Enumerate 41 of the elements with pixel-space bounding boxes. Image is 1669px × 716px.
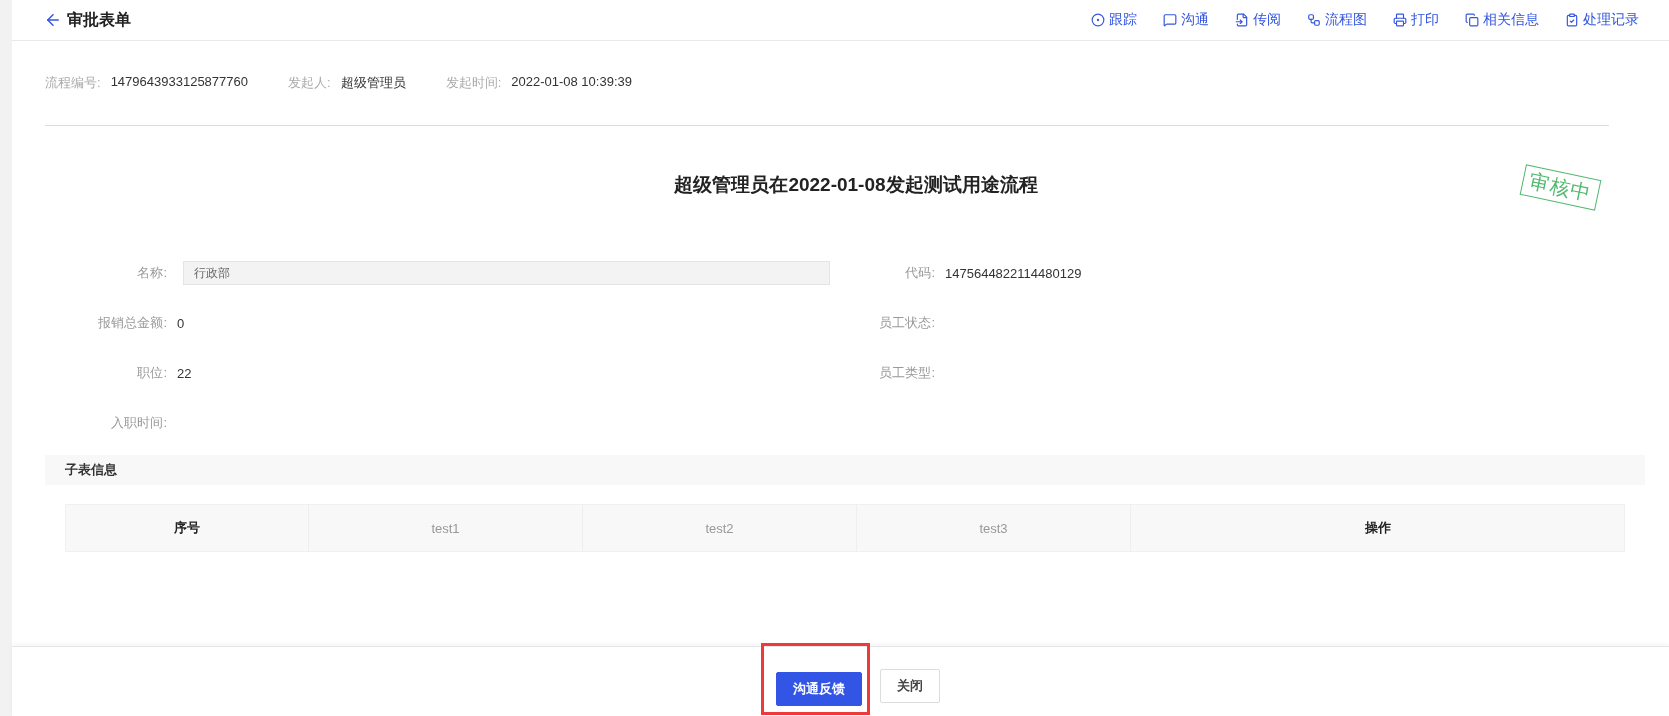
target-icon: [1091, 13, 1105, 27]
toolbar-link[interactable]: 打印: [1393, 11, 1439, 29]
field-value: 0: [177, 315, 185, 331]
toolbar-link[interactable]: 跟踪: [1091, 11, 1137, 29]
field-label: 入职时间:: [110, 414, 167, 432]
field-label: 名称:: [136, 264, 167, 282]
field-label: 代码:: [904, 264, 935, 282]
section-title: 子表信息: [65, 461, 117, 479]
field-label: 员工状态:: [878, 314, 935, 332]
column-header: 序号: [66, 505, 309, 551]
page-title: 审批表单: [67, 9, 131, 30]
column-header: test1: [309, 505, 583, 551]
toolbar-link[interactable]: 传阅: [1235, 11, 1281, 29]
meta-label: 发起人:: [288, 74, 331, 92]
document-arrow-icon: [1235, 13, 1249, 27]
clipboard-check-icon: [1565, 13, 1579, 27]
input-field[interactable]: 行政部: [183, 261, 830, 285]
primary-button[interactable]: 沟通反馈: [776, 671, 862, 706]
print-icon: [1393, 13, 1407, 27]
toolbar-link[interactable]: 相关信息: [1465, 11, 1539, 29]
field-value: 1475644822114480129: [945, 265, 1082, 281]
column-header: 操作: [1363, 519, 1392, 537]
meta-value: 1479643933125877760: [110, 74, 248, 91]
field-label: 员工类型:: [878, 364, 935, 382]
toolbar-link[interactable]: 流程图: [1307, 11, 1367, 29]
meta-label: 流程编号:: [45, 74, 101, 92]
column-header: test3: [857, 505, 1131, 551]
meta-label: 发起时间:: [445, 74, 502, 92]
chat-icon: [1163, 13, 1177, 27]
field-value: 22: [177, 365, 192, 381]
toolbar-link[interactable]: 沟通: [1163, 11, 1209, 29]
flowchart-icon: [1307, 13, 1321, 27]
toolbar-link[interactable]: 处理记录: [1565, 11, 1639, 29]
column-header: test2: [583, 505, 857, 551]
meta-value: 超级管理员: [340, 74, 406, 92]
field-label: 报销总金额:: [97, 314, 167, 332]
secondary-button[interactable]: 关闭: [880, 668, 940, 703]
meta-value: 2022-01-08 10:39:39: [511, 74, 632, 91]
document-title: 超级管理员在2022-01-08发起测试用途流程: [674, 172, 1038, 197]
copy-icon: [1465, 13, 1479, 27]
field-label: 职位:: [136, 364, 167, 382]
